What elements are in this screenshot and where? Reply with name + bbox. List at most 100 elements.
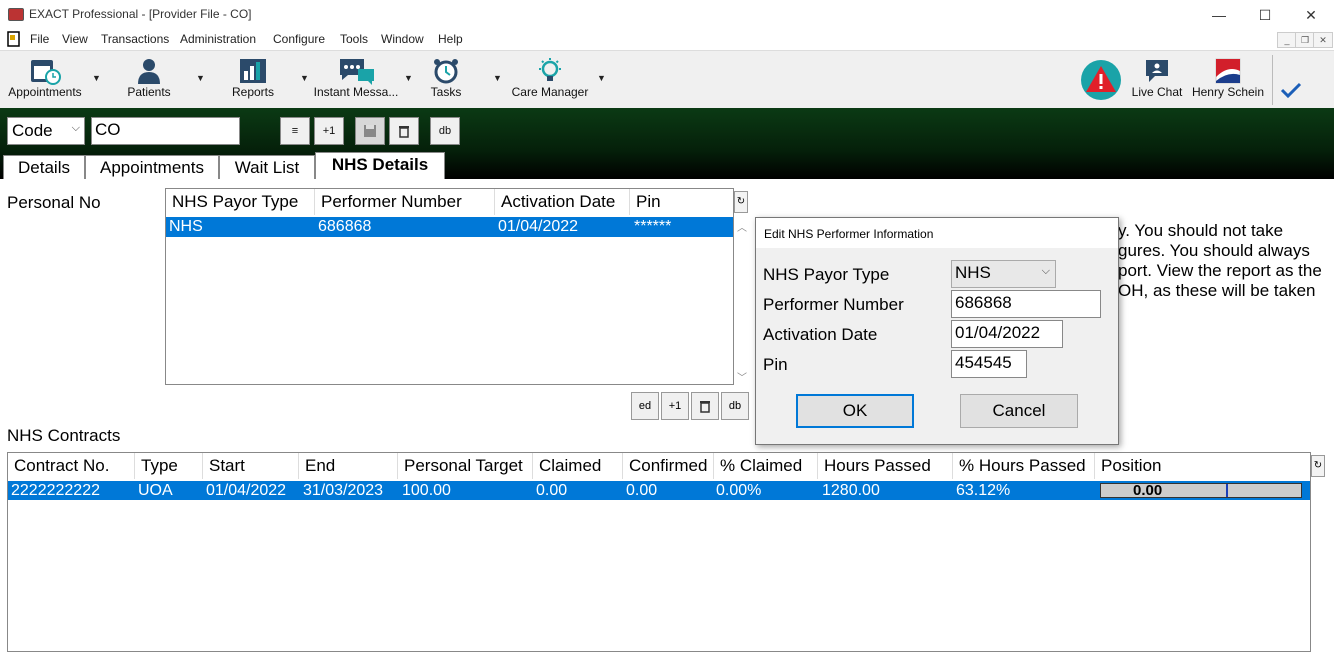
db-button[interactable]: db — [430, 117, 460, 145]
header-confirmed[interactable]: Confirmed — [623, 453, 714, 479]
header-performer-number[interactable]: Performer Number — [315, 189, 495, 215]
mdi-minimize-button[interactable]: _ — [1277, 32, 1297, 48]
mdi-restore-button[interactable]: ❐ — [1295, 32, 1315, 48]
cell-type: UOA — [138, 482, 173, 499]
care-manager-dropdown-arrow[interactable]: ▼ — [597, 73, 606, 83]
payor-type-select[interactable]: NHS ⌵ — [951, 260, 1056, 288]
tab-wait-list[interactable]: Wait List — [219, 155, 315, 179]
reports-button[interactable]: Reports — [222, 51, 284, 109]
grid-refresh-icon[interactable]: ↻ — [734, 191, 748, 213]
henry-schein-button[interactable]: Henry Schein — [1190, 51, 1266, 109]
contracts-refresh-icon[interactable]: ↻ — [1311, 455, 1325, 477]
report-chart-icon — [240, 59, 266, 83]
cancel-button[interactable]: Cancel — [960, 394, 1078, 428]
minimize-button[interactable]: — — [1196, 4, 1242, 26]
menu-file[interactable]: File — [30, 32, 49, 46]
close-button[interactable]: ✕ — [1288, 4, 1334, 26]
performer-number-label: Performer Number — [763, 295, 904, 314]
header-contract-no[interactable]: Contract No. — [8, 453, 135, 479]
align-button[interactable]: ≡ — [280, 117, 310, 145]
instant-messaging-dropdown-arrow[interactable]: ▼ — [404, 73, 413, 83]
header-percent-claimed[interactable]: % Claimed — [714, 453, 818, 479]
mdi-close-button[interactable]: ✕ — [1313, 32, 1333, 48]
tab-appointments[interactable]: Appointments — [85, 155, 219, 179]
menu-window[interactable]: Window — [381, 32, 424, 46]
chat-bubbles-icon — [340, 59, 374, 85]
notice-line: gures. You should always — [1118, 241, 1310, 260]
patients-button[interactable]: Patients — [118, 51, 180, 109]
alarm-clock-icon — [434, 59, 458, 84]
tab-details[interactable]: Details — [3, 155, 85, 179]
live-chat-icon — [1146, 60, 1168, 82]
live-chat-button[interactable]: Live Chat — [1128, 51, 1186, 109]
add-one-button[interactable]: +1 — [314, 117, 344, 145]
table-row[interactable]: 2222222222 UOA 01/04/2022 31/03/2023 100… — [8, 481, 1310, 500]
add-performer-button[interactable]: +1 — [661, 392, 689, 420]
payor-type-label: NHS Payor Type — [763, 265, 890, 284]
toolbar: Appointments ▼ Patients ▼ Reports ▼ Inst… — [0, 50, 1334, 108]
window-title: EXACT Professional - [Provider File - CO… — [29, 7, 252, 21]
header-type[interactable]: Type — [135, 453, 203, 479]
ok-button[interactable]: OK — [796, 394, 914, 428]
header-claimed[interactable]: Claimed — [533, 453, 623, 479]
scroll-up-icon[interactable]: ︿ — [737, 219, 747, 234]
performer-number-field[interactable]: 686868 — [951, 290, 1101, 318]
header-nhs-payor-type[interactable]: NHS Payor Type — [166, 189, 315, 215]
app-icon — [8, 8, 24, 21]
instant-messaging-button[interactable]: Instant Messa... — [312, 51, 400, 109]
payor-type-value: NHS — [955, 263, 991, 282]
tasks-dropdown-arrow[interactable]: ▼ — [493, 73, 502, 83]
menu-transactions[interactable]: Transactions — [101, 32, 169, 46]
checkmark-icon[interactable] — [1280, 81, 1302, 99]
search-input[interactable]: CO — [91, 117, 240, 145]
cell-performer-number: 686868 — [318, 218, 372, 235]
reports-dropdown-arrow[interactable]: ▼ — [300, 73, 309, 83]
delete-icon[interactable] — [389, 117, 419, 145]
patients-dropdown-arrow[interactable]: ▼ — [196, 73, 205, 83]
care-manager-button[interactable]: Care Manager — [510, 51, 590, 109]
menu-administration[interactable]: Administration — [180, 32, 256, 46]
header-start[interactable]: Start — [203, 453, 299, 479]
save-icon[interactable] — [355, 117, 385, 145]
header-end[interactable]: End — [299, 453, 398, 479]
activation-date-field[interactable]: 01/04/2022 — [951, 320, 1063, 348]
appointments-dropdown-arrow[interactable]: ▼ — [92, 73, 101, 83]
personal-no-label: Personal No — [7, 193, 101, 212]
menu-configure[interactable]: Configure — [273, 32, 325, 46]
appointments-button[interactable]: Appointments — [4, 51, 86, 109]
tab-nhs-details[interactable]: NHS Details — [315, 152, 445, 179]
alert-icon[interactable] — [1080, 59, 1122, 101]
person-icon — [138, 59, 160, 84]
contracts-grid[interactable]: Contract No. Type Start End Personal Tar… — [7, 452, 1311, 652]
performer-grid[interactable]: NHS Payor Type Performer Number Activati… — [165, 188, 734, 385]
dialog-title: Edit NHS Performer Information — [756, 218, 1118, 248]
header-percent-hours-passed[interactable]: % Hours Passed — [953, 453, 1095, 479]
chevron-down-icon: ⌵ — [71, 122, 80, 134]
performer-db-button[interactable]: db — [721, 392, 749, 420]
live-chat-label: Live Chat — [1131, 85, 1183, 99]
cell-end: 31/03/2023 — [303, 482, 384, 499]
table-row[interactable]: NHS 686868 01/04/2022 ****** — [166, 217, 733, 237]
chevron-down-icon: ⌵ — [1041, 265, 1050, 277]
header-hours-passed[interactable]: Hours Passed — [818, 453, 953, 479]
scroll-down-icon[interactable]: ﹀ — [737, 369, 747, 384]
pin-field[interactable]: 454545 — [951, 350, 1027, 378]
header-activation-date[interactable]: Activation Date — [495, 189, 630, 215]
header-personal-target[interactable]: Personal Target — [398, 453, 533, 479]
activation-date-label: Activation Date — [763, 325, 878, 344]
menu-tools[interactable]: Tools — [340, 32, 368, 46]
header-pin[interactable]: Pin — [630, 189, 733, 215]
header-position[interactable]: Position — [1095, 453, 1310, 479]
search-field-select[interactable]: Code ⌵ — [7, 117, 85, 145]
menu-help[interactable]: Help — [438, 32, 463, 46]
tasks-button[interactable]: Tasks — [416, 51, 476, 109]
maximize-button[interactable]: ☐ — [1242, 4, 1288, 26]
tasks-label: Tasks — [430, 85, 462, 99]
menu-view[interactable]: View — [62, 32, 88, 46]
cell-confirmed: 0.00 — [626, 482, 658, 499]
delete-performer-icon[interactable] — [691, 392, 719, 420]
document-icon[interactable] — [6, 31, 22, 47]
pin-label: Pin — [763, 355, 788, 374]
edit-button[interactable]: ed — [631, 392, 659, 420]
cell-percent-claimed: 0.00% — [716, 482, 762, 499]
